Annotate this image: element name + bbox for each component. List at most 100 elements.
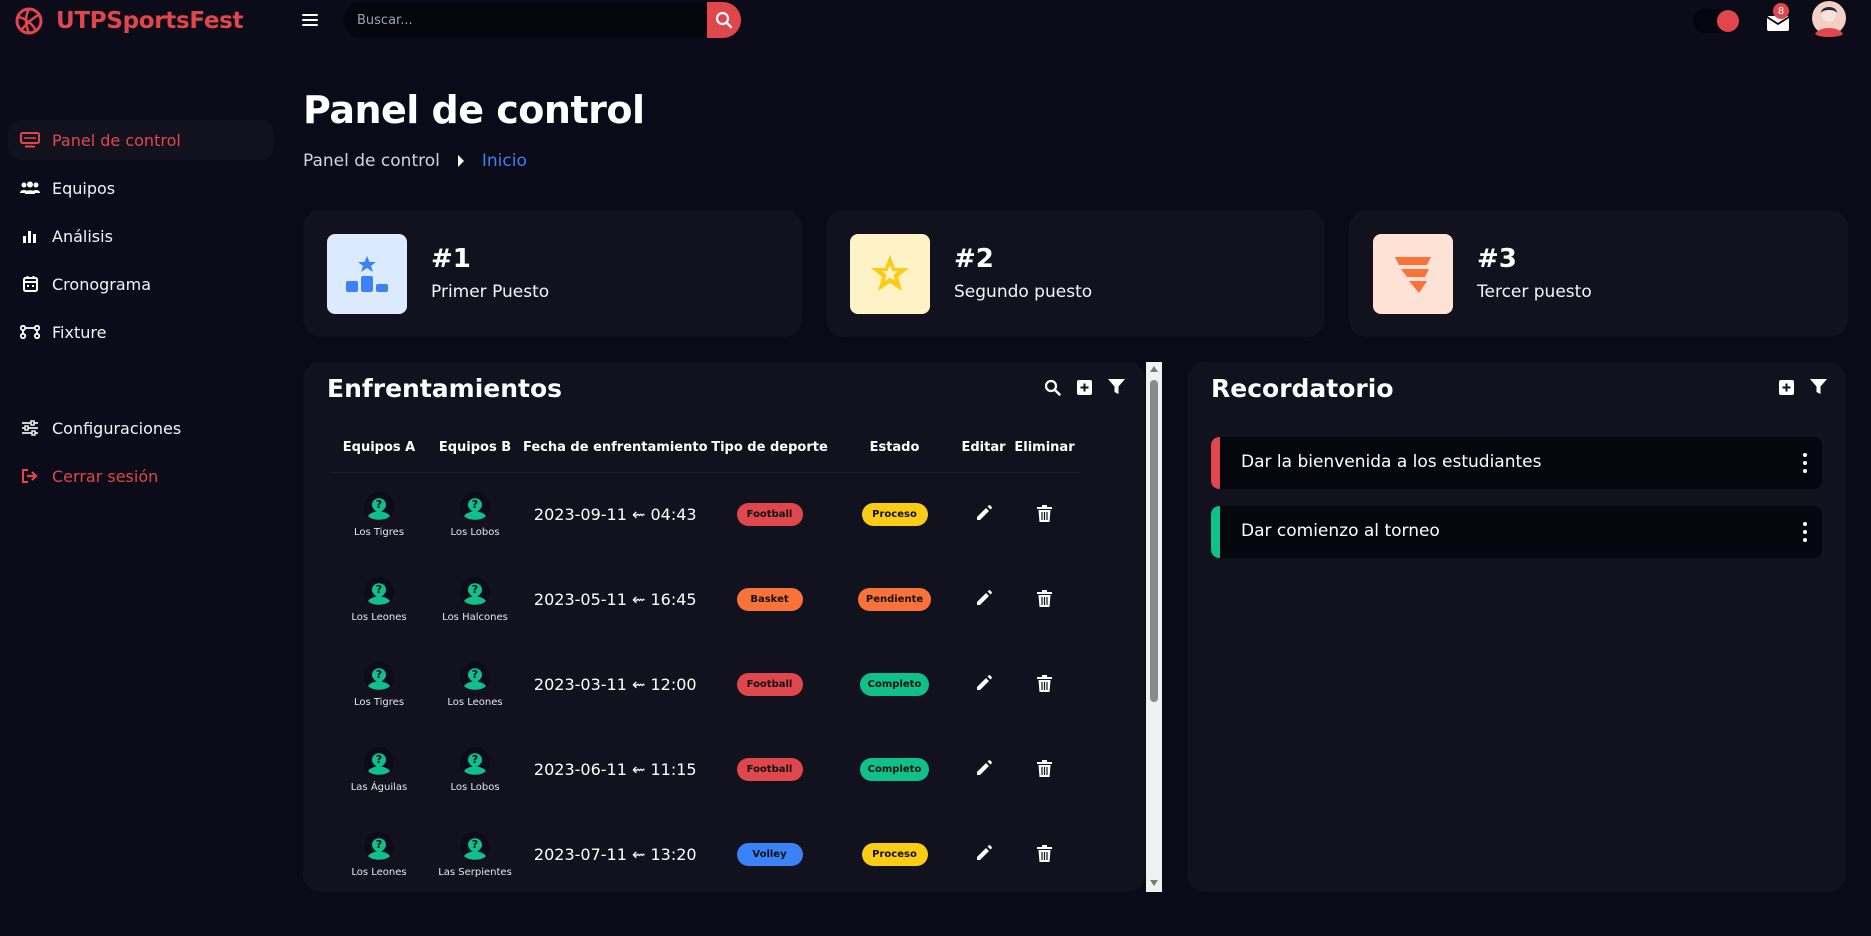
card-label: Primer Puesto (431, 282, 550, 302)
match-date: 2023-05-11 ⇜ 16:45 (533, 590, 697, 609)
matches-scrollbar[interactable] (1146, 362, 1162, 892)
bar-chart-icon (20, 227, 40, 245)
team-placeholder-icon: ? (460, 577, 490, 607)
cell-team-a: ? Los Leones (331, 557, 427, 642)
cell-date: 2023-06-11 ⇜ 11:15 (523, 727, 708, 812)
scroll-up-icon[interactable] (1150, 366, 1158, 372)
panel-title: Recordatorio (1211, 374, 1394, 403)
cell-team-a: ? Los Tigres (331, 642, 427, 727)
menu-toggle-icon[interactable] (302, 12, 318, 28)
volleyball-logo-icon (15, 7, 43, 35)
search-icon[interactable] (1043, 378, 1061, 396)
trash-icon[interactable] (1035, 673, 1055, 693)
more-options-icon[interactable] (1802, 453, 1808, 473)
team-placeholder-icon: ? (460, 747, 490, 777)
trash-icon[interactable] (1035, 758, 1055, 778)
team-name: Los Lobos (450, 782, 500, 793)
team-placeholder-icon: ? (364, 492, 394, 523)
team-placeholder-icon: ? (364, 747, 394, 777)
top-bar: UTPSportsFest 8 (0, 0, 1871, 46)
edit-icon[interactable] (974, 843, 994, 863)
trash-icon[interactable] (1035, 843, 1055, 863)
scroll-thumb[interactable] (1150, 380, 1158, 702)
brand-name: UTPSportsFest (56, 8, 244, 34)
cell-sport: Basket (708, 557, 832, 642)
ranking-card-first: #1 Primer Puesto (303, 210, 802, 337)
edit-icon[interactable] (974, 503, 994, 523)
team-name: Los Lobos (450, 527, 500, 539)
reminder-item[interactable]: Dar la bienvenida a los estudiantes (1211, 437, 1822, 489)
status-badge: Completo (859, 758, 930, 781)
sidebar-item-fixture[interactable]: Fixture (8, 312, 274, 352)
sidebar-item-analisis[interactable]: Análisis (8, 216, 274, 256)
svg-text:?: ? (376, 498, 382, 511)
sidebar-item-cronograma[interactable]: Cronograma (8, 264, 274, 304)
sidebar-item-label: Análisis (52, 226, 113, 246)
sport-badge: Football (736, 503, 803, 527)
edit-icon[interactable] (974, 673, 994, 693)
cell-team-b: ? Los Lobos (427, 727, 523, 812)
stack-icon (1373, 234, 1453, 314)
table-header-row: Equipos A Equipos B Fecha de enfrentamie… (331, 424, 1080, 473)
filter-icon[interactable] (1809, 378, 1827, 396)
column-header: Editar (957, 424, 1010, 473)
sidebar-item-configuraciones[interactable]: Configuraciones (8, 408, 274, 448)
sidebar-item-label: Panel de control (52, 130, 181, 150)
sliders-icon (20, 419, 40, 437)
cell-sport: Football (708, 727, 832, 812)
logout-icon (20, 467, 40, 485)
filter-icon[interactable] (1107, 378, 1125, 396)
dashboard-icon (20, 131, 40, 149)
cell-sport: Volley (708, 812, 832, 897)
add-icon[interactable] (1075, 378, 1093, 396)
edit-icon[interactable] (974, 758, 994, 778)
cell-status: Completo (832, 727, 958, 812)
search-button[interactable] (707, 2, 741, 38)
calendar-icon (20, 275, 40, 293)
edit-icon[interactable] (974, 588, 994, 608)
reminder-text: Dar la bienvenida a los estudiantes (1241, 452, 1542, 472)
panel-title: Enfrentamientos (327, 374, 563, 403)
user-avatar[interactable] (1811, 0, 1847, 38)
trash-icon[interactable] (1035, 504, 1055, 524)
ranking-card-second: #2 Segundo puesto (826, 210, 1325, 337)
table-row: ? Las Águilas? Los Lobos 2023-06-11 ⇜ 11:15… (331, 727, 1080, 812)
card-label: Segundo puesto (954, 282, 1093, 302)
add-icon[interactable] (1777, 378, 1795, 396)
sidebar-item-cerrar-sesion[interactable]: Cerrar sesión (8, 456, 274, 496)
brand[interactable]: UTPSportsFest (14, 6, 244, 36)
bracket-icon (20, 323, 40, 341)
card-label: Tercer puesto (1477, 282, 1592, 302)
podium-icon (327, 234, 407, 314)
sidebar-item-panel-de-control[interactable]: Panel de control (8, 120, 274, 160)
status-badge: Proceso (861, 843, 928, 866)
column-header: Eliminar (1009, 424, 1080, 473)
cell-status: Proceso (832, 472, 958, 557)
match-date: 2023-09-11 ⇜ 04:43 (533, 505, 697, 525)
team-name: Los Leones (447, 697, 503, 708)
sport-badge: Football (736, 673, 803, 696)
card-rank: #3 (1477, 244, 1517, 274)
svg-text:?: ? (472, 583, 478, 596)
breadcrumb-item[interactable]: Panel de control (303, 151, 440, 171)
sidebar-item-label: Cerrar sesión (52, 466, 159, 486)
reminders-panel: Recordatorio Dar la bienvenida a los est… (1187, 362, 1846, 892)
scroll-down-icon[interactable] (1150, 880, 1158, 886)
reminder-item[interactable]: Dar comienzo al torneo (1211, 506, 1822, 558)
cell-delete (1010, 557, 1080, 642)
table-row: ? Los Tigres? Los Leones 2023-03-11 ⇜ 12:00… (331, 642, 1080, 727)
search-bar (343, 2, 741, 38)
theme-toggle[interactable] (1693, 9, 1741, 33)
card-rank: #2 (954, 244, 994, 274)
matches-table-body: ? Los Tigres? Los Lobos 2023-09-11 ⇜ 04:43 F… (331, 472, 1080, 897)
svg-text:?: ? (376, 753, 382, 766)
more-options-icon[interactable] (1802, 522, 1808, 542)
search-input[interactable] (343, 2, 709, 38)
table-row: ? Los Tigres? Los Lobos 2023-09-11 ⇜ 04:43 F… (331, 472, 1080, 557)
cell-delete (1010, 472, 1080, 557)
cell-status: Completo (832, 642, 958, 727)
trash-icon[interactable] (1035, 588, 1055, 608)
sidebar-item-equipos[interactable]: Equipos (8, 168, 274, 208)
cell-date: 2023-05-11 ⇜ 16:45 (523, 557, 708, 642)
table-row: ? Los Leones? Los Halcones 2023-05-11 ⇜ 16:… (331, 557, 1080, 642)
